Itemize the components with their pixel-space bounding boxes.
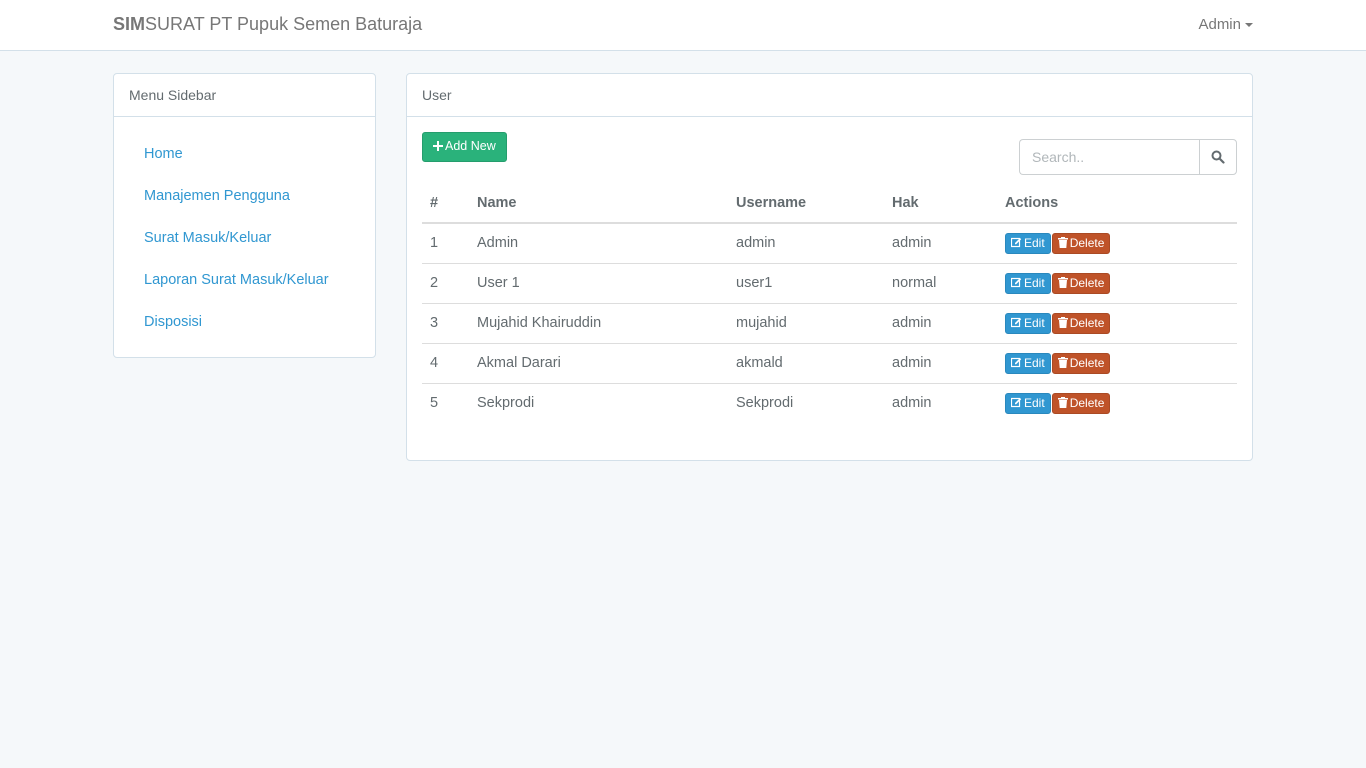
- sidebar-panel: Menu Sidebar Home Manajemen Pengguna Sur…: [113, 73, 376, 358]
- delete-label: Delete: [1069, 355, 1105, 370]
- brand-bold: SIM: [113, 14, 146, 34]
- delete-button[interactable]: Delete: [1051, 312, 1111, 334]
- user-dropdown[interactable]: Admin: [1198, 16, 1253, 33]
- edit-label: Edit: [1024, 355, 1045, 370]
- table-row: 1 Admin admin admin Edit Delete: [422, 223, 1237, 264]
- sidebar-item-laporan[interactable]: Laporan Surat Masuk/Keluar: [144, 263, 329, 289]
- cell-actions: Edit Delete: [997, 223, 1237, 264]
- panel-title: User: [407, 74, 1252, 117]
- add-new-button[interactable]: Add New: [422, 132, 507, 162]
- caret-down-icon: [1245, 23, 1253, 28]
- edit-icon: [1011, 397, 1022, 407]
- edit-button[interactable]: Edit: [1005, 392, 1051, 414]
- cell-username: akmald: [728, 343, 884, 384]
- table-header-row: # Name Username Hak Actions: [422, 183, 1237, 224]
- cell-name: Mujahid Khairuddin: [469, 303, 728, 344]
- cell-name: Akmal Darari: [469, 343, 728, 384]
- edit-label: Edit: [1024, 395, 1045, 410]
- cell-hak: normal: [884, 263, 997, 304]
- cell-number: 5: [430, 395, 439, 412]
- cell-actions: Edit Delete: [997, 303, 1237, 344]
- cell-username: admin: [728, 223, 884, 264]
- cell-number: 4: [422, 343, 469, 384]
- edit-icon: [1011, 237, 1022, 247]
- cell-hak: admin: [884, 223, 997, 264]
- navbar: SIMSURAT PT Pupuk Semen Baturaja Admin: [0, 0, 1366, 51]
- brand-text: SURAT PT Pupuk Semen Baturaja: [145, 14, 423, 34]
- edit-button[interactable]: Edit: [1005, 312, 1051, 334]
- delete-label: Delete: [1069, 235, 1105, 250]
- delete-button[interactable]: Delete: [1051, 272, 1111, 294]
- sidebar-item-surat[interactable]: Surat Masuk/Keluar: [144, 221, 271, 247]
- cell-number: 2: [422, 263, 469, 304]
- table-row: 5 Sekprodi Sekprodi admin Edit Delete: [422, 383, 1237, 423]
- column-header-hak: Hak: [884, 183, 997, 224]
- edit-button[interactable]: Edit: [1005, 232, 1051, 254]
- edit-label: Edit: [1024, 235, 1045, 250]
- column-header-username: Username: [728, 183, 884, 224]
- cell-number: 1: [422, 223, 469, 264]
- cell-actions: Edit Delete: [997, 343, 1237, 384]
- delete-button[interactable]: Delete: [1051, 392, 1111, 414]
- table-row: 3 Mujahid Khairuddin mujahid admin Edit D…: [422, 303, 1237, 344]
- sidebar-item-manajemen-pengguna[interactable]: Manajemen Pengguna: [144, 179, 290, 205]
- edit-label: Edit: [1024, 315, 1045, 330]
- add-new-label: Add New: [445, 139, 496, 153]
- trash-icon: [1057, 356, 1068, 368]
- delete-label: Delete: [1069, 395, 1105, 410]
- trash-icon: [1057, 316, 1068, 328]
- search-group: [1019, 139, 1237, 175]
- column-header-name: Name: [469, 183, 728, 224]
- sidebar-title: Menu Sidebar: [114, 74, 375, 117]
- cell-username: user1: [728, 263, 884, 304]
- trash-icon: [1057, 396, 1068, 408]
- delete-label: Delete: [1069, 315, 1105, 330]
- plus-icon: [433, 141, 443, 151]
- edit-icon: [1011, 357, 1022, 367]
- sidebar-item: Manajemen Pengguna: [114, 179, 375, 221]
- cell-hak: admin: [884, 343, 997, 384]
- column-header-actions: Actions: [997, 183, 1237, 224]
- edit-icon: [1011, 317, 1022, 327]
- sidebar-item: Laporan Surat Masuk/Keluar: [114, 263, 375, 305]
- sidebar-item-disposisi[interactable]: Disposisi: [144, 305, 202, 331]
- delete-label: Delete: [1069, 275, 1105, 290]
- search-input[interactable]: [1019, 139, 1200, 175]
- cell-username: Sekprodi: [736, 395, 794, 412]
- cell-actions: Edit Delete: [997, 263, 1237, 304]
- cell-name: Sekprodi: [477, 395, 535, 412]
- user-panel: User Add New # Name Username Hak Actions…: [406, 73, 1253, 461]
- edit-button[interactable]: Edit: [1005, 272, 1051, 294]
- cell-username: mujahid: [728, 303, 884, 344]
- trash-icon: [1057, 236, 1068, 248]
- sidebar-item-home[interactable]: Home: [144, 137, 183, 163]
- cell-actions: Edit Delete: [997, 383, 1237, 423]
- delete-button[interactable]: Delete: [1051, 352, 1111, 374]
- sidebar-item: Surat Masuk/Keluar: [114, 221, 375, 263]
- cell-hak: admin: [884, 303, 997, 344]
- table-row: 2 User 1 user1 normal Edit Delete: [422, 263, 1237, 304]
- cell-name: User 1: [469, 263, 728, 304]
- sidebar-item: Disposisi: [114, 305, 375, 347]
- delete-button[interactable]: Delete: [1051, 232, 1111, 254]
- brand-link[interactable]: SIMSURAT PT Pupuk Semen Baturaja: [113, 14, 422, 35]
- edit-icon: [1011, 277, 1022, 287]
- trash-icon: [1057, 276, 1068, 288]
- cell-number: 3: [422, 303, 469, 344]
- sidebar-item: Home: [114, 137, 375, 179]
- search-button[interactable]: [1199, 139, 1237, 175]
- edit-label: Edit: [1024, 275, 1045, 290]
- cell-hak: admin: [892, 395, 932, 412]
- search-icon: [1211, 150, 1225, 164]
- user-name: Admin: [1198, 16, 1241, 33]
- cell-name: Admin: [469, 223, 728, 264]
- table-row: 4 Akmal Darari akmald admin Edit Delete: [422, 343, 1237, 384]
- column-header-number: #: [422, 183, 469, 224]
- edit-button[interactable]: Edit: [1005, 352, 1051, 374]
- sidebar-menu: Home Manajemen Pengguna Surat Masuk/Kelu…: [114, 117, 375, 347]
- users-table: # Name Username Hak Actions 1 Admin admi…: [422, 183, 1237, 423]
